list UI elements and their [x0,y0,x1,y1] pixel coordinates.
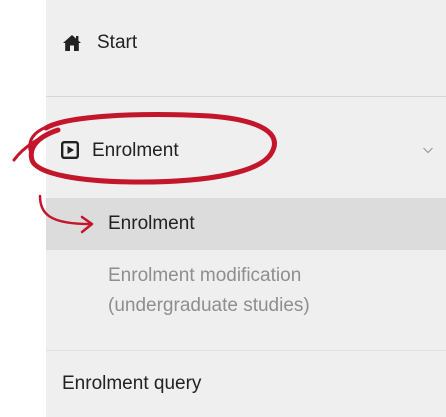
home-icon [63,35,81,51]
nav-subitem-enrolment[interactable]: Enrolment [46,198,446,250]
nav-group-enrolment-label: Enrolment [92,140,179,161]
nav-group-enrolment[interactable]: Enrolment [46,98,446,198]
nav-subitem-enrolment-modification[interactable]: Enrolment modification (undergraduate st… [46,250,446,350]
nav-item-start-label: Start [97,32,138,53]
nav-subitem-modification-label: Enrolment modification (undergraduate st… [108,261,428,321]
play-square-icon [61,141,79,159]
nav-item-enrolment-query[interactable]: Enrolment query [46,350,446,417]
nav-item-start[interactable]: Start [46,0,446,97]
sidebar-nav: Start Enrolment Enrolment Enrolment modi… [46,0,446,417]
nav-item-enrolment-query-label: Enrolment query [62,373,202,394]
chevron-down-icon[interactable] [422,144,434,156]
nav-subitem-modification-line1: Enrolment modification [108,265,302,286]
nav-subitem-modification-line2: (undergraduate studies) [108,295,310,316]
nav-subitem-enrolment-label: Enrolment [108,213,195,234]
